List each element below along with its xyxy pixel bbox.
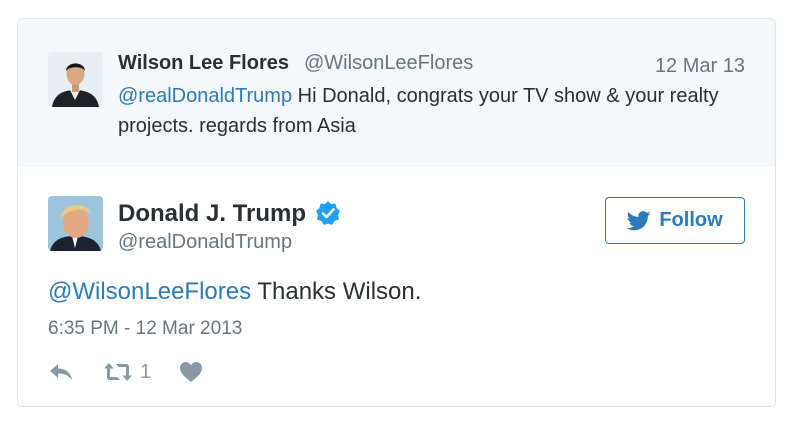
parent-tweet-date[interactable]: 12 Mar 13	[655, 55, 745, 78]
parent-avatar[interactable]	[48, 52, 103, 107]
like-button[interactable]	[179, 361, 203, 383]
main-author-name[interactable]: Donald J. Trump	[118, 200, 306, 228]
parent-author-handle[interactable]: @WilsonLeeFlores	[304, 52, 473, 75]
tweet-card: Wilson Lee Flores @WilsonLeeFlores 12 Ma…	[17, 18, 776, 407]
retweet-count: 1	[140, 360, 152, 383]
tweet-timestamp[interactable]: 6:35 PM - 12 Mar 2013	[48, 318, 242, 340]
parent-author-name[interactable]: Wilson Lee Flores	[118, 52, 289, 75]
main-mention-link[interactable]: @WilsonLeeFlores	[48, 278, 251, 305]
twitter-bird-icon	[627, 210, 651, 230]
tweet-actions: 1	[48, 359, 203, 385]
heart-icon	[180, 362, 203, 382]
verified-badge-icon	[316, 201, 340, 225]
follow-button-label: Follow	[659, 209, 723, 231]
parent-mention-link[interactable]: @realDonaldTrump	[118, 85, 292, 107]
main-avatar[interactable]	[48, 196, 103, 251]
reply-icon	[50, 364, 72, 380]
follow-button[interactable]: Follow	[605, 197, 745, 244]
main-author-handle[interactable]: @realDonaldTrump	[118, 231, 292, 254]
retweet-button[interactable]: 1	[103, 361, 151, 384]
retweet-icon	[104, 363, 132, 381]
main-tweet-text: @WilsonLeeFlores Thanks Wilson.	[48, 278, 421, 306]
reply-button[interactable]	[48, 362, 76, 382]
parent-tweet[interactable]: Wilson Lee Flores @WilsonLeeFlores 12 Ma…	[18, 19, 775, 167]
parent-tweet-text: @realDonaldTrump Hi Donald, congrats you…	[118, 81, 728, 141]
main-tweet-body: Thanks Wilson.	[251, 278, 422, 305]
person-photo-icon	[48, 196, 103, 251]
person-photo-icon	[48, 52, 103, 107]
